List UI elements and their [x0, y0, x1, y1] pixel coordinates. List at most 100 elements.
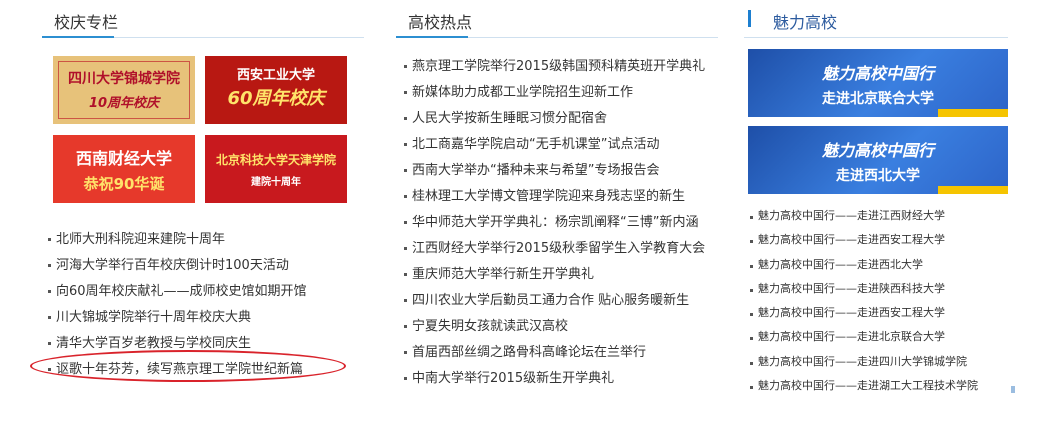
banner-line2: 走进北京联合大学 — [822, 91, 934, 107]
news-link[interactable]: 北师大刑科院迎来建院十周年 — [56, 228, 225, 247]
bullet-icon — [404, 169, 407, 172]
news-link[interactable]: 魅力高校中国行——走进西安工程大学 — [758, 304, 945, 320]
highlight-circle — [30, 350, 346, 382]
section-anniversary: 校庆专栏 四川大学锦城学院 10周年校庆 西安工业大学 60周年校庆 西南财经大… — [42, 0, 364, 377]
bullet-icon — [404, 221, 407, 224]
banner-nwu[interactable]: 魅力高校中国行 走进西北大学 — [748, 126, 1008, 194]
banner-xatu[interactable]: 西安工业大学 60周年校庆 — [205, 56, 347, 124]
bullet-icon — [48, 238, 51, 241]
banner-ustb-tianjin[interactable]: 北京科技大学天津学院 建院十周年 — [205, 135, 347, 203]
banner-scu-jincheng[interactable]: 四川大学锦城学院 10周年校庆 — [53, 56, 195, 124]
news-link[interactable]: 魅力高校中国行——走进西北大学 — [758, 256, 923, 272]
section-header: 高校热点 — [396, 0, 718, 39]
section-divider — [744, 37, 1008, 38]
list-item: 魅力高校中国行——走进湖工大工程技术学院 — [750, 376, 1010, 400]
list-item: 魅力高校中国行——走进陕西科技大学 — [750, 279, 1010, 303]
list-item: 魅力高校中国行——走进西北大学 — [750, 255, 1010, 279]
list-item: 西南大学举办“播种未来与希望”专场报告会 — [404, 158, 718, 184]
news-link[interactable]: 北工商嘉华学院启动“无手机课堂”试点活动 — [412, 133, 659, 152]
banner-swufe[interactable]: 西南财经大学 恭祝90华诞 — [53, 135, 195, 203]
banner-line1: 北京科技大学天津学院 — [215, 153, 336, 167]
section-title: 校庆专栏 — [54, 13, 119, 32]
news-link[interactable]: 四川农业大学后勤员工通力合作 贴心服务暖新生 — [412, 289, 689, 308]
section-divider-accent — [42, 36, 114, 38]
bullet-icon — [48, 316, 51, 319]
list-item: 魅力高校中国行——走进四川大学锦城学院 — [750, 352, 1010, 376]
news-link[interactable]: 宁夏失明女孩就读武汉高校 — [412, 315, 568, 334]
list-item: 新媒体助力成都工业学院招生迎新工作 — [404, 80, 718, 106]
news-link[interactable]: 华中师范大学开学典礼：杨宗凯阐释“三博”新内涵 — [412, 211, 698, 230]
list-item: 重庆师范大学举行新生开学典礼 — [404, 262, 718, 288]
list-item: 首届西部丝绸之路骨科高峰论坛在兰举行 — [404, 340, 718, 366]
news-link[interactable]: 魅力高校中国行——走进陕西科技大学 — [758, 280, 945, 296]
list-item: 川大锦城学院举行十周年校庆大典 — [48, 305, 364, 331]
title-marker-icon — [748, 10, 751, 27]
news-link[interactable]: 新媒体助力成都工业学院招生迎新工作 — [412, 81, 633, 100]
news-list: 魅力高校中国行——走进江西财经大学 魅力高校中国行——走进西安工程大学 魅力高校… — [750, 206, 1010, 400]
list-item: 北师大刑科院迎来建院十周年 — [48, 227, 364, 253]
bullet-icon — [750, 386, 753, 390]
news-link[interactable]: 魅力高校中国行——走进西安工程大学 — [758, 231, 945, 247]
news-link[interactable]: 魅力高校中国行——走进北京联合大学 — [758, 328, 945, 344]
bullet-icon — [404, 195, 407, 198]
bullet-icon — [48, 342, 51, 345]
banner-line2: 10周年校庆 — [88, 96, 160, 111]
list-item: 宁夏失明女孩就读武汉高校 — [404, 314, 718, 340]
news-link[interactable]: 桂林理工大学博文管理学院迎来身残志坚的新生 — [412, 185, 685, 204]
news-link[interactable]: 魅力高校中国行——走进湖工大工程技术学院 — [758, 377, 978, 393]
banner-line2: 走进西北大学 — [836, 168, 920, 184]
bullet-icon — [750, 216, 753, 219]
news-link[interactable]: 重庆师范大学举行新生开学典礼 — [412, 263, 594, 282]
news-link[interactable]: 魅力高校中国行——走进江西财经大学 — [758, 207, 945, 223]
list-item: 人民大学按新生睡眠习惯分配宿舍 — [404, 106, 718, 132]
bullet-icon — [48, 264, 51, 267]
banner-stripe — [938, 186, 1008, 194]
news-link[interactable]: 人民大学按新生睡眠习惯分配宿舍 — [412, 107, 607, 126]
news-link[interactable]: 魅力高校中国行——走进四川大学锦城学院 — [758, 353, 967, 369]
bullet-icon — [404, 65, 407, 68]
news-link[interactable]: 向60周年校庆献礼——成师校史馆如期开馆 — [56, 280, 307, 299]
bullet-icon — [404, 91, 407, 94]
list-item: 中南大学举行2015级新生开学典礼 — [404, 366, 718, 392]
list-item: 魅力高校中国行——走进江西财经大学 — [750, 206, 1010, 230]
banner-line1: 四川大学锦城学院 — [68, 71, 180, 87]
banner-line2: 建院十周年 — [251, 177, 301, 188]
banner-line1: 西南财经大学 — [75, 149, 172, 168]
news-link[interactable]: 川大锦城学院举行十周年校庆大典 — [56, 306, 251, 325]
section-title: 魅力高校 — [773, 13, 838, 32]
list-item: 江西财经大学举行2015级秋季留学生入学教育大会 — [404, 236, 718, 262]
banner-buu[interactable]: 魅力高校中国行 走进北京联合大学 — [748, 49, 1008, 117]
section-header: 魅力高校 — [744, 0, 1008, 39]
list-item: 向60周年校庆献礼——成师校史馆如期开馆 — [48, 279, 364, 305]
list-item: 华中师范大学开学典礼：杨宗凯阐释“三博”新内涵 — [404, 210, 718, 236]
bullet-icon — [404, 117, 407, 120]
bullet-icon — [750, 240, 753, 244]
list-item: 魅力高校中国行——走进西安工程大学 — [750, 230, 1010, 254]
bullet-icon — [750, 337, 753, 341]
list-item: 桂林理工大学博文管理学院迎来身残志坚的新生 — [404, 184, 718, 210]
bullet-icon — [404, 247, 407, 250]
news-link[interactable]: 燕京理工学院举行2015级韩国预科精英班开学典礼 — [412, 55, 705, 74]
bullet-icon — [48, 290, 51, 293]
bullet-icon — [404, 273, 407, 276]
section-title: 高校热点 — [408, 13, 473, 32]
news-link[interactable]: 西南大学举办“播种未来与希望”专场报告会 — [412, 159, 659, 178]
news-link[interactable]: 江西财经大学举行2015级秋季留学生入学教育大会 — [412, 237, 705, 256]
bullet-icon — [404, 299, 407, 302]
section-hot-news: 高校热点 燕京理工学院举行2015级韩国预科精英班开学典礼 新媒体助力成都工业学… — [396, 0, 718, 386]
news-link[interactable]: 首届西部丝绸之路骨科高峰论坛在兰举行 — [412, 341, 646, 360]
list-item: 魅力高校中国行——走进西安工程大学 — [750, 303, 1010, 327]
list-item: 魅力高校中国行——走进北京联合大学 — [750, 327, 1010, 351]
banner-line1: 魅力高校中国行 — [821, 64, 934, 83]
banner-stripe — [938, 109, 1008, 117]
news-link[interactable]: 中南大学举行2015级新生开学典礼 — [412, 367, 614, 386]
bullet-icon — [750, 361, 753, 365]
list-item: 四川农业大学后勤员工通力合作 贴心服务暖新生 — [404, 288, 718, 314]
bullet-icon — [404, 143, 407, 146]
bullet-icon — [404, 325, 407, 328]
scrollbar-thumb[interactable] — [1011, 386, 1015, 393]
news-link[interactable]: 河海大学举行百年校庆倒计时100天活动 — [56, 254, 289, 273]
banner-line2: 60周年校庆 — [227, 88, 325, 109]
banner-line1: 西安工业大学 — [236, 68, 315, 83]
news-link[interactable]: 清华大学百岁老教授与学校同庆生 — [56, 332, 251, 351]
